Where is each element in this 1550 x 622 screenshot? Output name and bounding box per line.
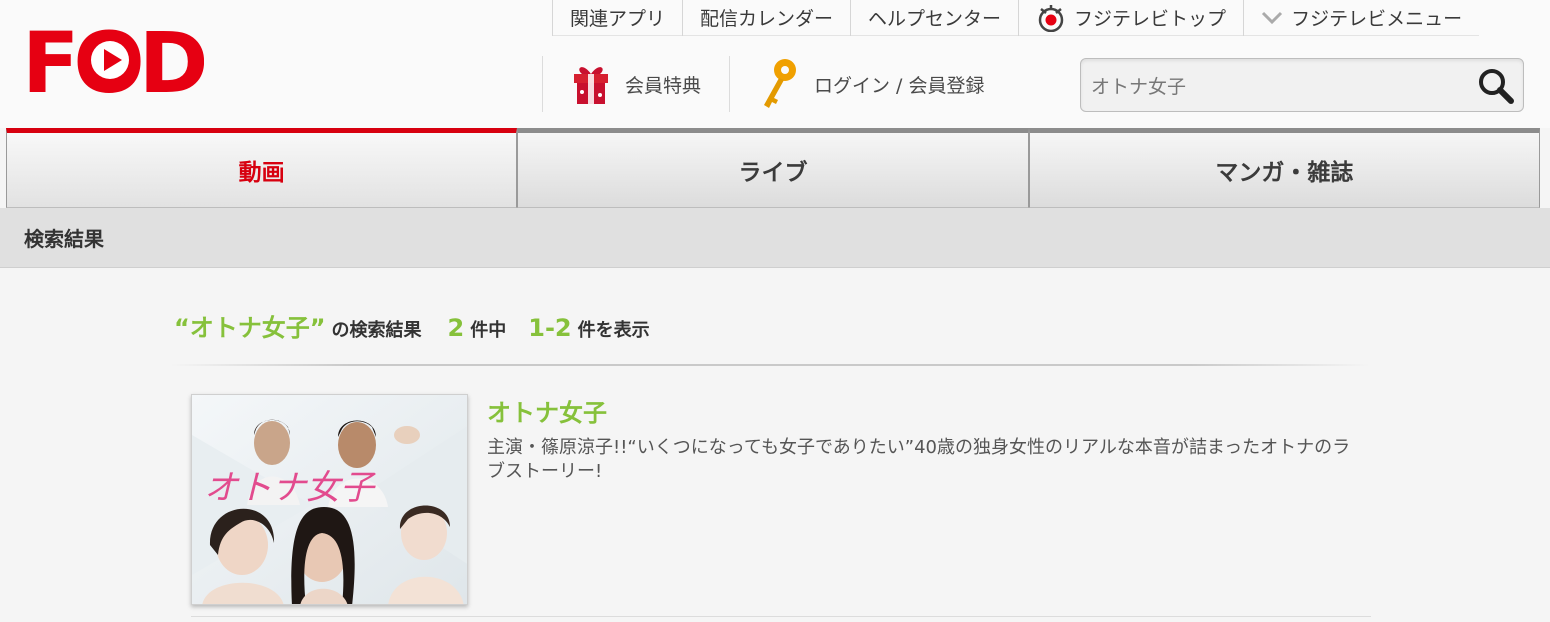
- util-link-calendar[interactable]: 配信カレンダー: [682, 0, 850, 36]
- search-box: [1080, 58, 1524, 112]
- util-link-fujitv-menu[interactable]: フジテレビメニュー: [1243, 0, 1479, 36]
- util-link-label: フジテレビメニュー: [1291, 8, 1463, 30]
- result-description: 主演・篠原涼子!!“いくつになっても女子でありたい”40歳の独身女性のリアルな本…: [487, 437, 1351, 482]
- result-summary: “オトナ女子” の検索結果 2 件中 1-2 件を表示: [174, 308, 650, 344]
- util-link-label: ヘルプセンター: [868, 8, 1002, 30]
- chevron-down-icon: [1262, 11, 1283, 24]
- result-total: 2: [447, 314, 465, 342]
- result-thumbnail[interactable]: オトナ女子: [191, 394, 468, 605]
- fujitv-eye-icon: [1038, 4, 1064, 32]
- result-range: 1-2: [528, 314, 572, 342]
- category-tabs: 動画 ライブ マンガ・雑誌: [6, 128, 1540, 208]
- member-link-label: 会員特典: [625, 74, 702, 97]
- search-query: “オトナ女子”: [174, 314, 326, 342]
- divider: [170, 364, 1370, 366]
- member-nav: 会員特典 ログイン / 会員登録: [542, 56, 1013, 112]
- summary-label-of: 件中: [470, 320, 507, 341]
- search-icon[interactable]: [1477, 67, 1515, 105]
- section-title: 検索結果: [24, 227, 104, 251]
- summary-label-results: の検索結果: [331, 320, 422, 341]
- util-link-label: 配信カレンダー: [700, 8, 834, 30]
- utility-nav: 関連アプリ 配信カレンダー ヘルプセンター フジテレビトップ フジテレビメニュー: [552, 0, 1480, 36]
- header: FOD 関連アプリ 配信カレンダー ヘルプセンター フジテレビトップ フジテレビ…: [0, 0, 1550, 128]
- fod-logo[interactable]: FOD: [22, 18, 204, 98]
- tab-manga-magazine[interactable]: マンガ・雑誌: [1028, 128, 1540, 208]
- member-benefits-link[interactable]: 会員特典: [542, 56, 729, 112]
- util-link-fujitv-top[interactable]: フジテレビトップ: [1018, 0, 1243, 36]
- tab-label: マンガ・雑誌: [1215, 160, 1354, 186]
- gift-icon: [574, 67, 608, 104]
- thumbnail-image: オトナ女子: [192, 395, 467, 604]
- key-icon: [764, 59, 797, 108]
- section-header: 検索結果: [0, 208, 1550, 268]
- tab-label: ライブ: [738, 160, 808, 186]
- util-link-label: フジテレビトップ: [1074, 8, 1227, 30]
- member-link-label: ログイン / 会員登録: [814, 74, 985, 97]
- util-link-label: 関連アプリ: [570, 8, 666, 30]
- tab-video[interactable]: 動画: [6, 128, 518, 208]
- search-input[interactable]: [1091, 67, 1461, 103]
- util-link-apps[interactable]: 関連アプリ: [552, 0, 682, 36]
- tab-live[interactable]: ライブ: [517, 128, 1029, 208]
- thumbnail-title: オトナ女子: [204, 468, 376, 508]
- login-register-link[interactable]: ログイン / 会員登録: [729, 56, 1012, 112]
- summary-label-showing: 件を表示: [577, 320, 650, 341]
- result-title[interactable]: オトナ女子: [487, 393, 607, 428]
- result-divider: [191, 616, 1371, 617]
- tab-label: 動画: [238, 160, 285, 186]
- util-link-help[interactable]: ヘルプセンター: [850, 0, 1018, 36]
